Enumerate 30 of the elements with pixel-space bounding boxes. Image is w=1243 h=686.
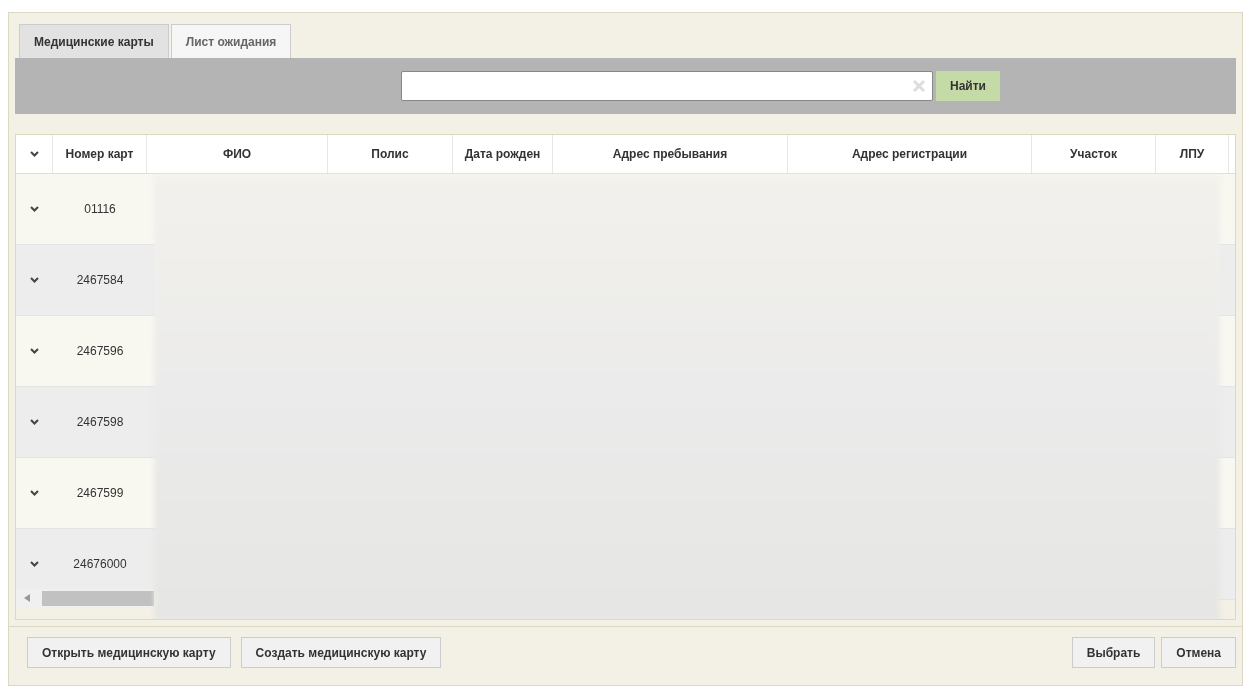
chevron-down-icon[interactable] xyxy=(30,206,39,212)
card-number: 24676000 xyxy=(73,556,127,573)
chevron-down-icon[interactable] xyxy=(29,151,39,157)
column-header[interactable]: Адрес пребывания xyxy=(553,135,788,173)
tab[interactable]: Медицинские карты xyxy=(19,24,169,58)
tab[interactable]: Лист ожидания xyxy=(170,24,292,58)
column-header[interactable]: Полис xyxy=(328,135,453,173)
column-header[interactable]: Дата рожден xyxy=(453,135,553,173)
card-number: 2467599 xyxy=(76,485,124,502)
footer-button[interactable]: Отмена xyxy=(1161,637,1236,668)
footer-button[interactable]: Создать медицинскую карту xyxy=(240,637,442,668)
card-number: 01116 xyxy=(84,201,116,218)
column-header[interactable]: Участок xyxy=(1032,135,1156,173)
card-number: 2467584 xyxy=(76,272,124,289)
column-header[interactable]: ЛПУ xyxy=(1156,135,1229,173)
chevron-down-icon[interactable] xyxy=(30,419,39,425)
horizontal-scrollbar[interactable] xyxy=(16,589,154,607)
column-header[interactable]: ФИО xyxy=(147,135,328,173)
chevron-down-icon[interactable] xyxy=(30,348,39,354)
card-number: 2467598 xyxy=(76,414,124,431)
search-field[interactable] xyxy=(401,71,933,101)
footer-button[interactable]: Выбрать xyxy=(1071,637,1156,668)
search-button[interactable]: Найти xyxy=(936,71,1000,101)
footer-button[interactable]: Открыть медицинскую карту xyxy=(27,637,231,668)
card-number: 2467596 xyxy=(76,343,124,360)
column-header[interactable]: Адрес регистрации xyxy=(788,135,1032,173)
column-header[interactable]: Номер карт xyxy=(53,135,147,173)
chevron-down-icon[interactable] xyxy=(30,277,39,283)
chevron-down-icon[interactable] xyxy=(30,490,39,496)
chevron-down-icon[interactable] xyxy=(30,561,39,567)
